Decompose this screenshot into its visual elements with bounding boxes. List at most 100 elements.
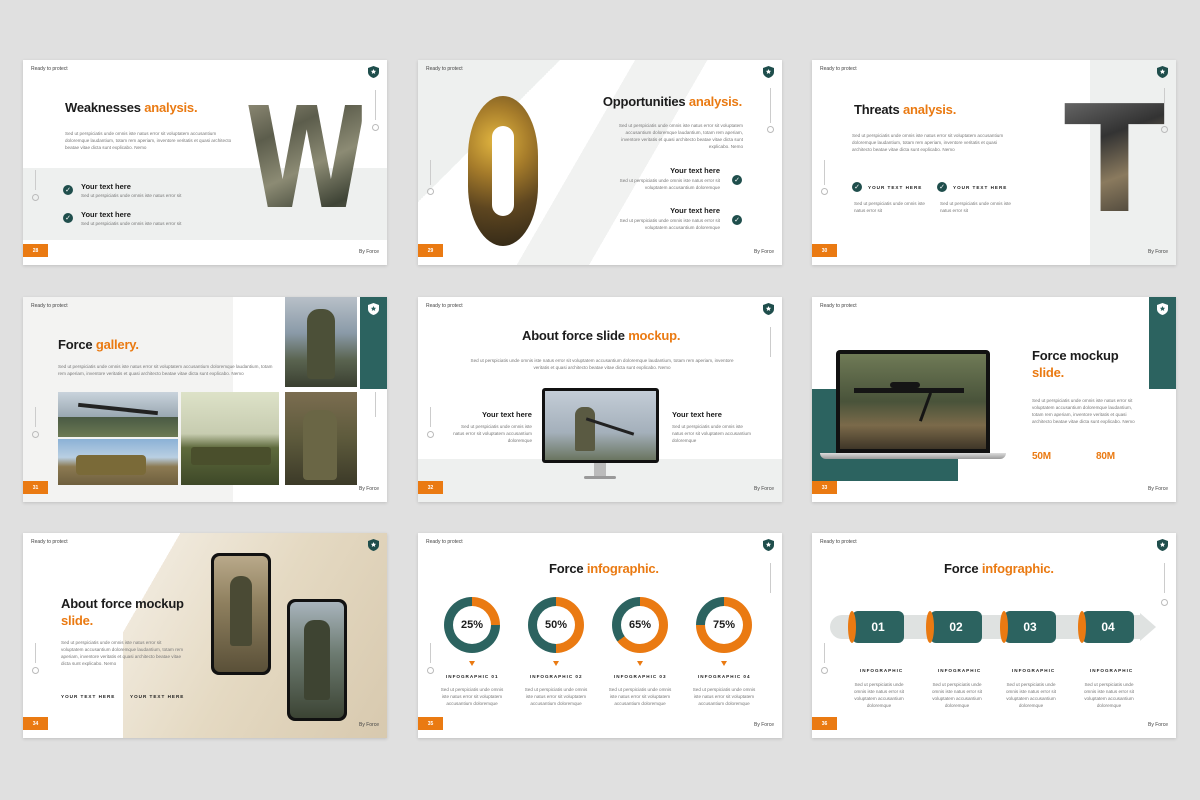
item-heading: Your text here [670, 206, 720, 215]
body-text: Sed ut perspiciatis unde omnis iste natu… [1032, 398, 1135, 424]
by-force-label: By Force [1147, 249, 1168, 255]
ring-decoration [821, 188, 828, 195]
ready-to-protect-label: Ready to protect [31, 303, 68, 309]
slide-33-force-mockup[interactable]: Ready to protect Force mockup slide. Sed … [812, 297, 1176, 502]
gallery-photo-convoy [181, 392, 279, 485]
check-icon: ✓ [732, 175, 742, 185]
shield-icon [368, 303, 379, 315]
by-force-label: By Force [358, 722, 379, 728]
body-text: Sed ut perspiciatis unde omnis iste natu… [61, 640, 184, 666]
by-force-label: By Force [753, 249, 774, 255]
item-text: Sed ut perspiciatis unde omnis iste natu… [931, 682, 983, 708]
slide-34-phone-mockup[interactable]: Ready to protect About force mockup slide… [23, 533, 387, 738]
check-icon: ✓ [732, 215, 742, 225]
stat-50m: 50M [1032, 451, 1051, 462]
donut-chart-1: 25% [444, 597, 500, 653]
monitor-mockup [542, 388, 659, 463]
ring-decoration [767, 126, 774, 133]
item-text: Sed ut perspiciatis unde omnis iste natu… [81, 221, 182, 226]
slide-title: Force infographic. [549, 561, 659, 576]
item-text: Sed ut perspiciatis unde omnis iste natu… [940, 201, 1011, 213]
slide-title: Force mockup slide. [1032, 348, 1119, 380]
item-text: Sed ut perspiciatis unde omnis iste natu… [81, 193, 182, 198]
infographic-label: INFOGRAPHIC [938, 668, 982, 673]
item-text: Sed ut perspiciatis unde omnis iste natu… [1083, 682, 1135, 708]
slide-35-infographic[interactable]: Ready to protect Force infographic. 25% … [418, 533, 782, 738]
check-icon: ✓ [937, 182, 947, 192]
item-heading: Your text here [482, 410, 532, 419]
shield-icon [1157, 303, 1168, 315]
gallery-photo-soldier-1 [285, 297, 357, 387]
slide-29-opportunities[interactable]: Ready to protect Opportunities analysis.… [418, 60, 782, 265]
item-heading: YOUR TEXT HERE [868, 185, 923, 190]
infographic-label: INFOGRAPHIC 04 [698, 674, 751, 679]
item-text: Sed ut perspiciatis unde omnis iste natu… [453, 424, 532, 443]
infographic-label: INFOGRAPHIC 01 [446, 674, 499, 679]
slide-number: 34 [23, 717, 48, 730]
ready-to-protect-label: Ready to protect [820, 539, 857, 545]
gallery-photo-rifle [58, 392, 178, 437]
body-text: Sed ut perspiciatis unde omnis iste natu… [58, 364, 273, 376]
by-force-label: By Force [1147, 486, 1168, 492]
ready-to-protect-label: Ready to protect [820, 303, 857, 309]
ring-decoration [427, 667, 434, 674]
slide-title: About force mockup slide. [61, 596, 184, 628]
step-02: 02 [926, 611, 982, 643]
item-text: Sed ut perspiciatis unde omnis iste natu… [608, 687, 672, 706]
slide-title: Force infographic. [944, 561, 1054, 576]
ring-decoration [427, 431, 434, 438]
slide-number: 29 [418, 244, 443, 257]
letter-o-image [468, 96, 538, 246]
slide-number: 32 [418, 481, 443, 494]
infographic-label: INFOGRAPHIC [860, 668, 904, 673]
ring-decoration [821, 667, 828, 674]
ring-decoration [1161, 599, 1168, 606]
stat-80m: 80M [1096, 451, 1115, 462]
phone-mockup-2 [287, 599, 347, 721]
slide-number: 30 [812, 244, 837, 257]
phone-mockup-1 [211, 553, 271, 675]
item-text: Sed ut perspiciatis unde omnis iste natu… [1005, 682, 1057, 708]
big-letter-t: T [1064, 74, 1165, 246]
gallery-photo-tank [58, 439, 178, 485]
ring-decoration [32, 431, 39, 438]
slide-32-mockup[interactable]: Ready to protect About force slide mocku… [418, 297, 782, 502]
step-01: 01 [848, 611, 904, 643]
item-text: Sed ut perspiciatis unde omnis iste natu… [524, 687, 588, 706]
shield-icon [1157, 539, 1168, 551]
slide-28-weaknesses[interactable]: Ready to protect Weaknesses analysis. Se… [23, 60, 387, 265]
body-text: Sed ut perspiciatis unde omnis iste natu… [618, 123, 743, 149]
slide-31-gallery[interactable]: Ready to protect Force gallery. Sed ut p… [23, 297, 387, 502]
ready-to-protect-label: Ready to protect [31, 539, 68, 545]
shield-icon [763, 303, 774, 315]
body-text: Sed ut perspiciatis unde omnis iste natu… [65, 131, 232, 150]
by-force-label: By Force [358, 249, 379, 255]
slide-title: Threats analysis. [854, 102, 957, 117]
slide-number: 28 [23, 244, 48, 257]
donut-chart-2: 50% [528, 597, 584, 653]
shield-icon [763, 539, 774, 551]
item-text: Sed ut perspiciatis unde omnis iste natu… [440, 687, 504, 706]
item-heading: Your text here [672, 410, 722, 419]
ring-decoration [32, 194, 39, 201]
ready-to-protect-label: Ready to protect [426, 539, 463, 545]
infographic-label: INFOGRAPHIC 02 [530, 674, 583, 679]
ring-decoration [427, 188, 434, 195]
slide-title: Force gallery. [58, 337, 139, 352]
ready-to-protect-label: Ready to protect [426, 66, 463, 72]
by-force-label: By Force [753, 722, 774, 728]
item-heading: YOUR TEXT HERE [130, 694, 185, 699]
by-force-label: By Force [753, 486, 774, 492]
ready-to-protect-label: Ready to protect [820, 66, 857, 72]
shield-icon [368, 66, 379, 78]
item-text: Sed ut perspiciatis unde omnis iste natu… [672, 424, 751, 443]
slide-number: 35 [418, 717, 443, 730]
infographic-label: INFOGRAPHIC [1090, 668, 1134, 673]
shield-icon [1157, 66, 1168, 78]
slide-number: 31 [23, 481, 48, 494]
donut-chart-3: 65% [612, 597, 668, 653]
shield-icon [368, 539, 379, 551]
slide-30-threats[interactable]: Ready to protect Threats analysis. Sed u… [812, 60, 1176, 265]
slide-36-infographic-steps[interactable]: Ready to protect Force infographic. 01 0… [812, 533, 1176, 738]
shield-icon [763, 66, 774, 78]
